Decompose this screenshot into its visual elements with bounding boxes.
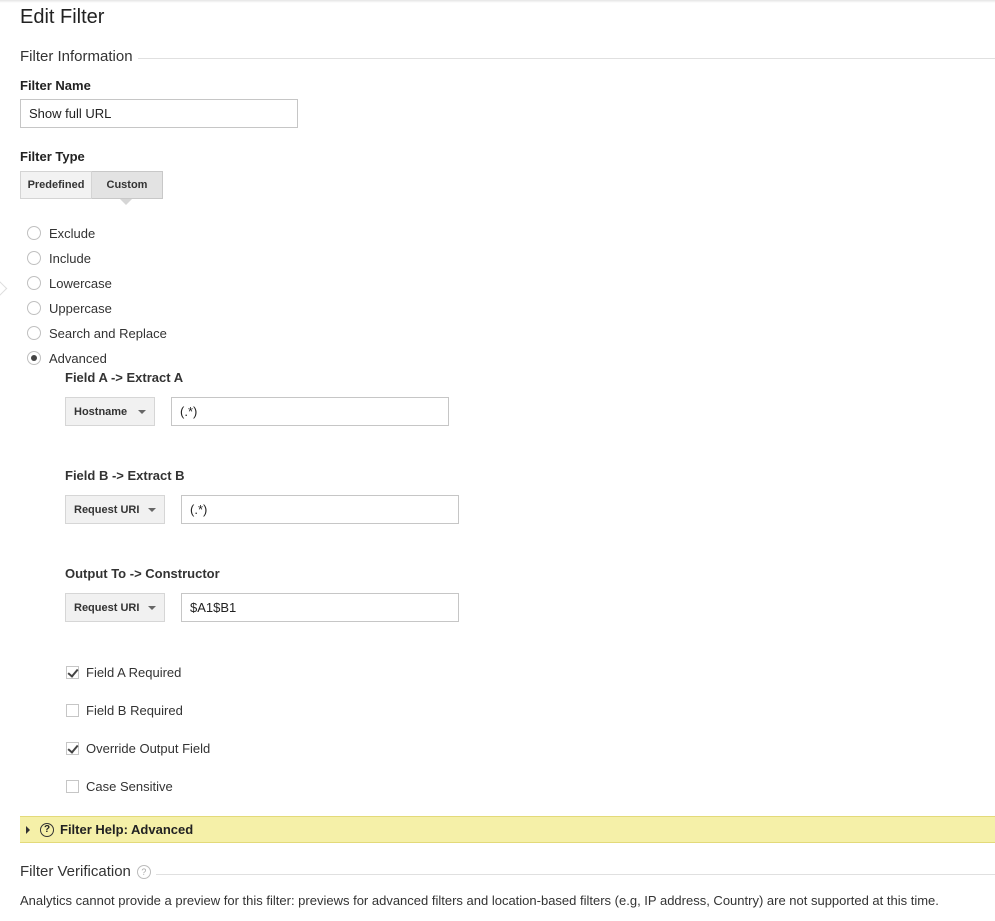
field-a-dropdown[interactable]: Hostname	[65, 397, 155, 426]
tab-predefined[interactable]: Predefined	[20, 171, 92, 199]
output-dropdown[interactable]: Request URI	[65, 593, 165, 622]
field-b-label: Field B -> Extract B	[65, 468, 185, 483]
radio-label: Exclude	[49, 225, 96, 241]
caret-down-icon	[148, 507, 156, 512]
checkbox-checked[interactable]	[66, 665, 79, 679]
filter-name-label: Filter Name	[20, 78, 91, 93]
checkbox-label: Field B Required	[86, 702, 183, 718]
extract-b-input[interactable]	[181, 495, 459, 524]
caret-down-icon	[138, 409, 146, 414]
radio-exclude[interactable]: Exclude	[27, 224, 95, 242]
radio-search-and-replace[interactable]: Search and Replace	[27, 324, 167, 342]
checkbox-label: Field A Required	[86, 664, 182, 680]
checkbox-label: Case Sensitive	[86, 778, 173, 794]
dropdown-value: Hostname	[74, 405, 128, 418]
caret-down-icon	[148, 605, 156, 610]
radio-label: Advanced	[49, 350, 107, 366]
section-heading-filter-verification: Filter Verification ?	[20, 863, 151, 880]
verification-heading-text: Filter Verification	[20, 863, 131, 880]
filter-type-label: Filter Type	[20, 149, 85, 164]
checkbox[interactable]	[66, 703, 79, 717]
tab-custom[interactable]: Custom	[92, 171, 163, 205]
tab-custom-label: Custom	[106, 179, 148, 191]
radio-uppercase[interactable]: Uppercase	[27, 299, 112, 317]
radio-button[interactable]	[27, 226, 41, 240]
checkbox-field-a-required[interactable]: Field A Required	[66, 663, 181, 681]
checkbox-label: Override Output Field	[86, 740, 211, 756]
radio-include[interactable]: Include	[27, 249, 91, 267]
constructor-input[interactable]	[181, 593, 459, 622]
radio-button[interactable]	[27, 301, 41, 315]
page-title: Edit Filter	[20, 6, 105, 28]
dropdown-value: Request URI	[74, 503, 140, 516]
checkbox-override-output-field[interactable]: Override Output Field	[66, 739, 210, 757]
radio-label: Search and Replace	[49, 325, 167, 341]
filter-help-label: Filter Help: Advanced	[60, 822, 194, 837]
output-label: Output To -> Constructor	[65, 566, 220, 581]
section-heading-filter-information: Filter Information	[20, 48, 133, 65]
checkbox-case-sensitive[interactable]: Case Sensitive	[66, 777, 173, 795]
question-icon: ?	[40, 822, 54, 837]
dropdown-value: Request URI	[74, 601, 140, 614]
panel-notch	[0, 280, 8, 297]
filter-help-toggle[interactable]: ? Filter Help: Advanced	[20, 816, 995, 843]
help-question-icon[interactable]: ?	[136, 864, 151, 879]
section-divider	[138, 58, 995, 59]
filter-type-toggle: Predefined Custom	[20, 171, 163, 205]
selected-tab-pointer	[120, 199, 132, 205]
expand-triangle-icon	[26, 825, 30, 834]
section-divider	[156, 874, 995, 875]
checkbox[interactable]	[66, 779, 79, 793]
extract-a-input[interactable]	[171, 397, 449, 426]
radio-button[interactable]	[27, 326, 41, 340]
radio-lowercase[interactable]: Lowercase	[27, 274, 112, 292]
radio-label: Lowercase	[49, 275, 112, 291]
checkbox-field-b-required[interactable]: Field B Required	[66, 701, 183, 719]
verification-note: Analytics cannot provide a preview for t…	[20, 893, 939, 908]
radio-button[interactable]	[27, 251, 41, 265]
top-shadow	[0, 0, 995, 3]
field-b-dropdown[interactable]: Request URI	[65, 495, 165, 524]
radio-button-selected[interactable]	[27, 351, 41, 365]
checkbox-checked[interactable]	[66, 741, 79, 755]
filter-name-input[interactable]	[20, 99, 298, 128]
radio-advanced[interactable]: Advanced	[27, 349, 107, 367]
field-a-label: Field A -> Extract A	[65, 370, 184, 385]
radio-button[interactable]	[27, 276, 41, 290]
radio-label: Uppercase	[49, 300, 112, 316]
radio-label: Include	[49, 250, 91, 266]
